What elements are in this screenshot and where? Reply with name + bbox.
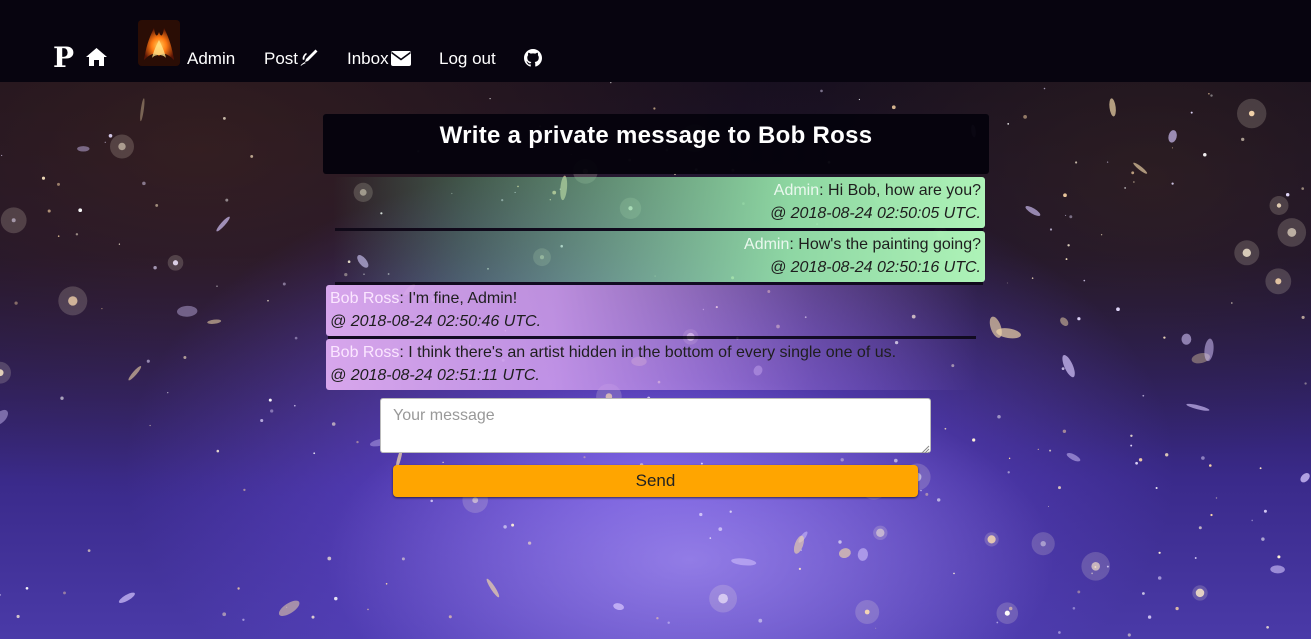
pen-icon [298,49,318,68]
nav-admin-label: Admin [187,49,236,68]
message-input[interactable] [380,398,931,453]
message-timestamp: @ 2018-08-24 02:51:11 UTC. [330,367,540,384]
message-text: : How's the painting going? [789,236,981,253]
message-text: : I think there's an artist hidden in th… [399,344,897,361]
message-author[interactable]: Bob Ross [330,290,399,307]
avatar[interactable] [138,20,180,66]
page-header: Write a private message to Bob Ross [323,114,989,174]
send-button[interactable]: Send [393,465,918,497]
message-item: Admin: How's the painting going? @ 2018-… [333,231,985,282]
nav-post-label: Post [264,49,299,68]
message-text: : Hi Bob, how are you? [819,182,981,199]
message-author[interactable]: Bob Ross [330,344,399,361]
brand-logo[interactable]: P [53,44,74,72]
message-item: Admin: Hi Bob, how are you? @ 2018-08-24… [333,177,985,228]
nav-inbox-label: Inbox [347,49,389,68]
home-icon[interactable] [86,48,107,71]
github-icon[interactable] [524,49,542,72]
message-timestamp: @ 2018-08-24 02:50:05 UTC. [769,205,981,222]
message-author[interactable]: Admin [744,236,789,253]
nav-inbox[interactable]: Inbox [347,49,411,69]
navbar: P Admin Post Inbox Log out [0,0,1311,82]
nav-logout[interactable]: Log out [439,49,496,69]
message-timestamp: @ 2018-08-24 02:50:46 UTC. [330,313,542,330]
message-item: Bob Ross: I think there's an artist hidd… [326,339,978,390]
resize-grip-icon[interactable] [920,441,930,459]
nav-post[interactable]: Post [264,49,318,69]
message-item: Bob Ross: I'm fine, Admin! @ 2018-08-24 … [326,285,978,336]
message-author[interactable]: Admin [774,182,819,199]
nav-admin[interactable]: Admin [187,49,235,69]
message-text: : I'm fine, Admin! [399,290,518,307]
message-timestamp: @ 2018-08-24 02:50:16 UTC. [769,259,981,276]
page-title: Write a private message to Bob Ross [439,122,873,149]
nav-logout-label: Log out [439,49,496,68]
envelope-icon [389,49,411,68]
